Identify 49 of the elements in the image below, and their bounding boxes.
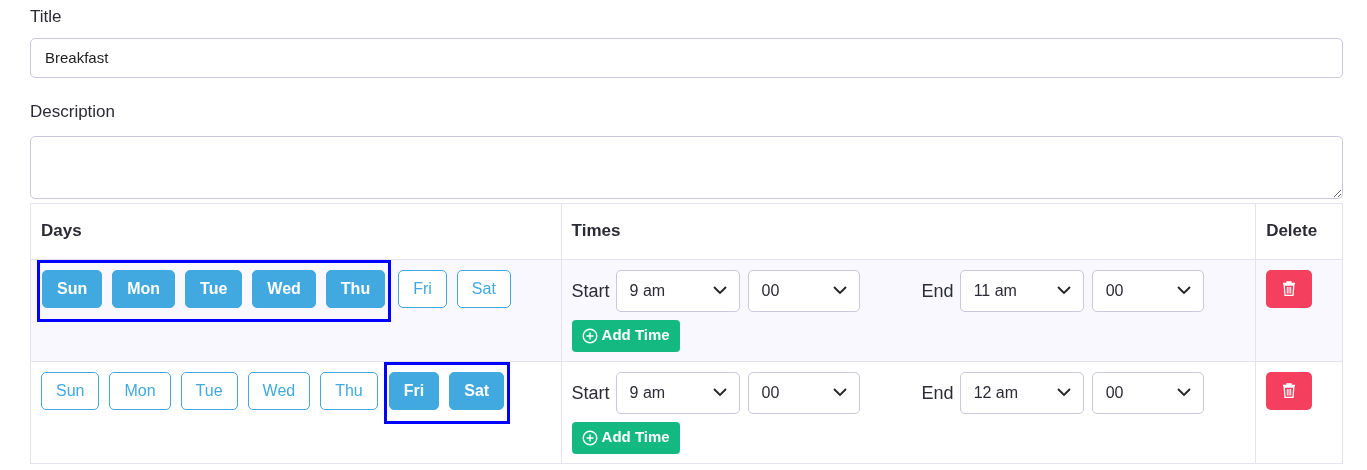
- chevron-down-icon: [1056, 286, 1071, 295]
- day-toggle[interactable]: Mon: [112, 269, 176, 308]
- day-toggle[interactable]: Mon: [109, 371, 171, 410]
- chevron-down-icon: [832, 286, 847, 295]
- time-select[interactable]: 12 am: [959, 371, 1084, 414]
- field-label: Description: [30, 100, 116, 123]
- chevron-down-icon: [832, 388, 847, 397]
- time-select[interactable]: 00: [747, 269, 860, 312]
- day-toggle[interactable]: Wed: [252, 269, 316, 308]
- end-label: End: [921, 381, 954, 405]
- day-toggle[interactable]: Sat: [456, 269, 511, 308]
- column-header: Days: [30, 203, 562, 259]
- title-field[interactable]: Breakfast: [30, 37, 1343, 78]
- day-toggle[interactable]: Fri: [388, 371, 440, 410]
- day-toggle[interactable]: Sat: [449, 371, 505, 410]
- time-select[interactable]: 11 am: [959, 269, 1084, 312]
- day-toggle[interactable]: Sun: [41, 371, 100, 410]
- time-select[interactable]: 00: [1091, 371, 1204, 414]
- chevron-down-icon: [1176, 286, 1191, 295]
- trash-icon: [1283, 281, 1296, 296]
- plus-circle-icon: [581, 327, 598, 344]
- chevron-down-icon: [1176, 388, 1191, 397]
- add-time-button[interactable]: Add Time: [571, 319, 680, 352]
- day-toggle[interactable]: Thu: [320, 371, 378, 410]
- end-label: End: [921, 279, 954, 303]
- trash-icon: [1283, 383, 1296, 398]
- time-select[interactable]: 9 am: [615, 371, 740, 414]
- chevron-down-icon: [712, 286, 727, 295]
- plus-circle-icon: [581, 429, 598, 446]
- description-field[interactable]: [30, 136, 1343, 199]
- start-label: Start: [571, 279, 610, 303]
- time-select[interactable]: 9 am: [615, 269, 740, 312]
- day-toggle[interactable]: Tue: [180, 371, 238, 410]
- add-time-button[interactable]: Add Time: [571, 421, 680, 454]
- day-toggle[interactable]: Sun: [42, 269, 103, 308]
- chevron-down-icon: [712, 388, 727, 397]
- start-label: Start: [571, 381, 610, 405]
- day-toggle[interactable]: Fri: [398, 269, 447, 308]
- time-select[interactable]: 00: [747, 371, 860, 414]
- day-toggle[interactable]: Thu: [325, 269, 386, 308]
- delete-button[interactable]: [1266, 371, 1313, 410]
- chevron-down-icon: [1056, 388, 1071, 397]
- day-toggle[interactable]: Wed: [247, 371, 311, 410]
- field-label: Title: [30, 6, 62, 28]
- day-toggle[interactable]: Tue: [185, 269, 243, 308]
- time-select[interactable]: 00: [1091, 269, 1204, 312]
- delete-button[interactable]: [1266, 269, 1313, 308]
- column-header: Delete: [1255, 203, 1343, 259]
- column-header: Times: [561, 203, 1256, 259]
